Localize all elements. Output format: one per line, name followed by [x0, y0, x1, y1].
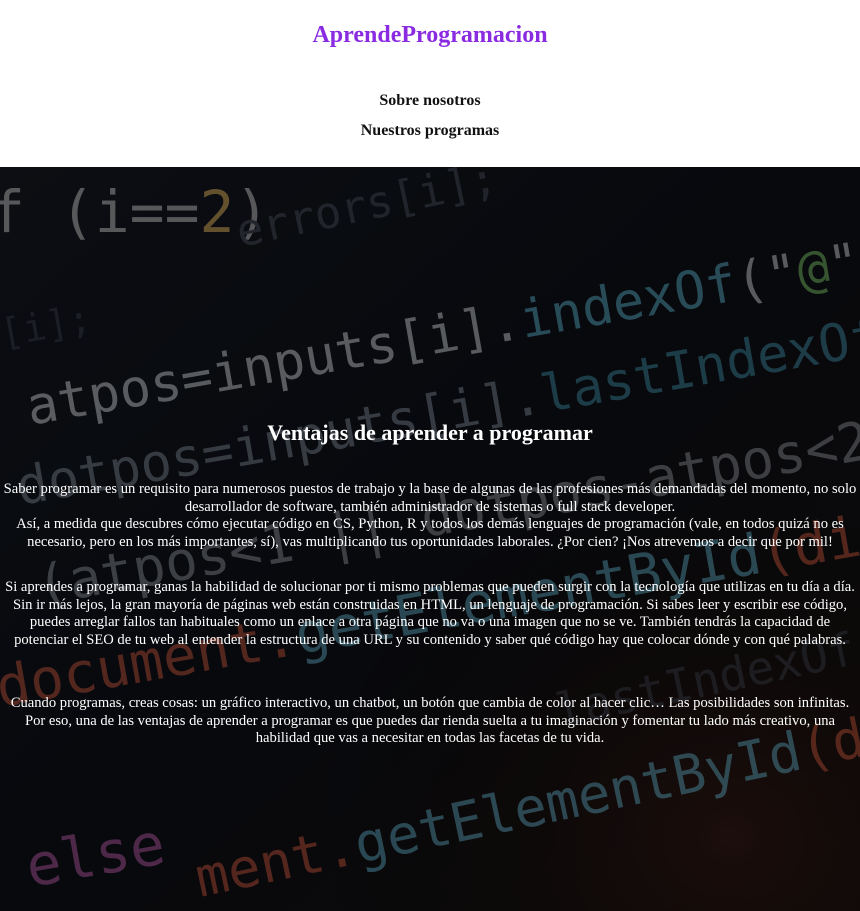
paragraph-1-line-2: Así, a medida que descubres cómo ejecuta…: [16, 516, 844, 550]
main-nav: Sobre nosotros Nuestros programas: [0, 86, 860, 146]
hero-paragraph-2: Si aprendes a programar, ganas la habili…: [0, 579, 860, 649]
hero-title: Ventajas de aprender a programar: [267, 420, 593, 445]
paragraph-3-line-2: Por eso, una de las ventajas de aprender…: [24, 712, 836, 747]
nav-link-nuestros-programas[interactable]: Nuestros programas: [0, 116, 860, 146]
hero-paragraph-1: Saber programar es un requisito para num…: [0, 481, 860, 551]
paragraph-1-line-1: Saber programar es un requisito para num…: [3, 481, 857, 515]
paragraph-2-line-1: Si aprendes a programar, ganas la habili…: [5, 579, 855, 595]
site-header: AprendeProgramacion Sobre nosotros Nuest…: [0, 0, 860, 167]
paragraph-2-line-2: Sin ir más lejos, la gran mayoría de pág…: [12, 596, 848, 648]
hero-paragraph-3: Cuando programas, creas cosas: un gráfic…: [0, 695, 860, 748]
hero-section: f (i==2) errors[i]; s[i]; atpos=inputs[i…: [0, 167, 860, 911]
paragraph-3-line-1: Cuando programas, creas cosas: un gráfic…: [10, 695, 850, 711]
nav-link-sobre-nosotros[interactable]: Sobre nosotros: [0, 86, 860, 116]
hero-content: Ventajas de aprender a programar Saber p…: [0, 167, 860, 911]
brand-title[interactable]: AprendeProgramacion: [0, 22, 860, 49]
